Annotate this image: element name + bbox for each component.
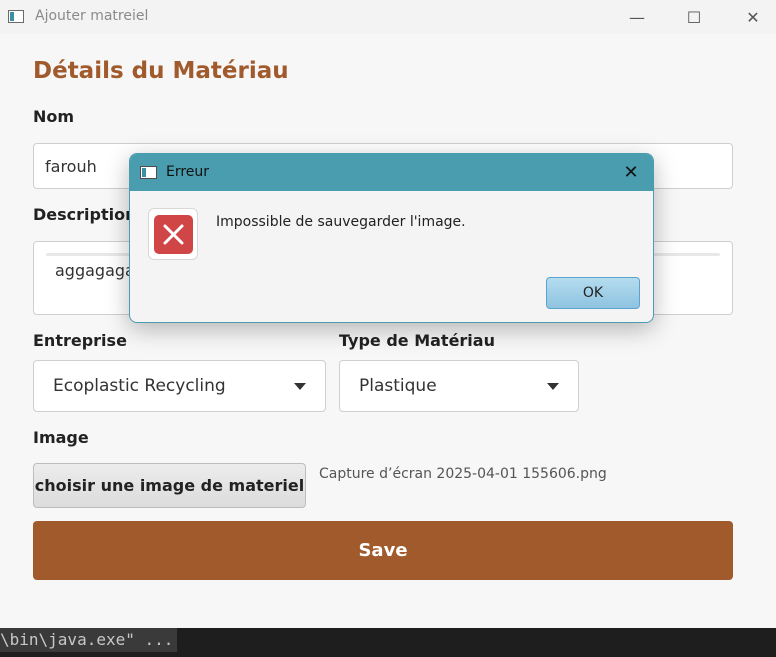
- dialog-titlebar: Erreur ✕: [130, 154, 653, 191]
- window-close-button[interactable]: ✕: [730, 0, 776, 34]
- dialog-title: Erreur: [166, 164, 210, 180]
- chevron-down-icon: [547, 383, 559, 390]
- description-label: Description: [33, 205, 137, 224]
- page-title: Détails du Matériau: [33, 58, 289, 84]
- selected-file-name: Capture d’écran 2025-04-01 155606.png: [319, 466, 607, 482]
- form-content: Détails du Matériau Nom farouh Descripti…: [0, 34, 776, 628]
- company-select-value: Ecoplastic Recycling: [53, 376, 226, 396]
- dialog-message: Impossible de sauvegarder l'image.: [216, 214, 466, 230]
- app-icon: [8, 10, 24, 23]
- company-select[interactable]: Ecoplastic Recycling: [33, 360, 326, 412]
- minimize-button[interactable]: —: [614, 0, 660, 34]
- terminal-output: \bin\java.exe" ...: [0, 628, 178, 652]
- choose-image-button[interactable]: choisir une image de materiel: [33, 463, 306, 508]
- material-type-select-value: Plastique: [359, 376, 437, 396]
- window-title: Ajouter matreiel: [35, 8, 149, 24]
- chevron-down-icon: [294, 383, 306, 390]
- save-button[interactable]: Save: [33, 521, 733, 580]
- name-label: Nom: [33, 107, 75, 126]
- material-type-select[interactable]: Plastique: [339, 360, 579, 412]
- name-field-value: farouh: [45, 156, 97, 176]
- ok-button[interactable]: OK: [546, 277, 640, 309]
- company-label: Entreprise: [33, 331, 127, 350]
- error-icon: [148, 208, 198, 260]
- window-titlebar: Ajouter matreiel — ☐ ✕: [0, 0, 776, 34]
- app-icon: [140, 166, 157, 179]
- close-x-icon: [163, 224, 184, 245]
- error-dialog: Erreur ✕ Impossible de sauvegarder l'ima…: [129, 153, 654, 323]
- image-label: Image: [33, 428, 89, 447]
- dialog-close-button[interactable]: ✕: [619, 160, 643, 184]
- maximize-button[interactable]: ☐: [671, 0, 717, 34]
- material-type-label: Type de Matériau: [339, 331, 495, 350]
